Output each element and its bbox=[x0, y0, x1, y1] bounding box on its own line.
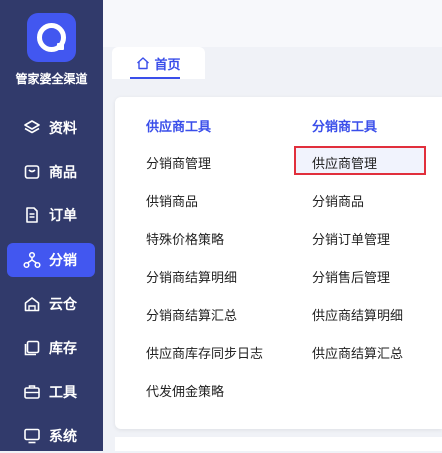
sidebar-item-shangpin[interactable]: 商品 bbox=[7, 155, 95, 189]
menu-item[interactable]: 分销订单管理 bbox=[312, 229, 390, 248]
network-icon bbox=[23, 251, 41, 269]
sidebar-item-dingdan[interactable]: 订单 bbox=[7, 198, 95, 232]
inventory-icon bbox=[23, 339, 41, 357]
sidebar-item-label: 工具 bbox=[49, 385, 77, 401]
sidebar-item-fenxiao[interactable]: 分销 bbox=[7, 243, 95, 277]
sidebar-item-label: 分销 bbox=[49, 253, 77, 269]
top-header bbox=[103, 0, 442, 47]
menu-item-highlighted[interactable]: 供应商管理 bbox=[312, 153, 377, 172]
menu-item[interactable]: 供应商结算明细 bbox=[312, 305, 403, 324]
tab-label: 首页 bbox=[154, 57, 181, 73]
sidebar-item-yuncang[interactable]: 云仓 bbox=[7, 287, 95, 321]
sidebar-item-label: 系统 bbox=[49, 429, 77, 445]
logo-icon bbox=[37, 23, 66, 52]
menu-item[interactable]: 特殊价格策略 bbox=[146, 229, 224, 248]
next-panel-edge bbox=[115, 437, 442, 451]
menu-item[interactable]: 分销商结算汇总 bbox=[146, 305, 237, 324]
monitor-icon bbox=[23, 427, 41, 445]
menu-item[interactable]: 供应商库存同步日志 bbox=[146, 343, 263, 362]
layers-icon bbox=[23, 119, 41, 137]
sidebar-item-label: 库存 bbox=[49, 341, 77, 357]
active-tab-indicator bbox=[130, 77, 180, 79]
home-icon bbox=[136, 56, 150, 70]
column-title-supplier-tools: 供应商工具 bbox=[146, 120, 212, 135]
menu-item[interactable]: 分销商管理 bbox=[146, 153, 211, 172]
tab-home[interactable]: 首页 bbox=[112, 47, 205, 79]
sidebar-item-label: 云仓 bbox=[49, 297, 77, 313]
cloud-warehouse-icon bbox=[23, 295, 41, 313]
menu-item[interactable]: 分销售后管理 bbox=[312, 267, 390, 286]
sidebar-item-label: 商品 bbox=[49, 165, 77, 181]
sidebar-item-ziliao[interactable]: 资料 bbox=[7, 111, 95, 145]
toolbox-icon bbox=[23, 383, 41, 401]
sidebar: 管家婆全渠道 资料 商品 订单 分销 云仓 库存 工具 系统 bbox=[0, 0, 103, 451]
menu-item[interactable]: 供应商结算汇总 bbox=[312, 343, 403, 362]
menu-item[interactable]: 供销商品 bbox=[146, 191, 198, 210]
brand-name: 管家婆全渠道 bbox=[15, 72, 88, 86]
app-logo[interactable] bbox=[27, 13, 76, 62]
menu-item[interactable]: 代发佣金策略 bbox=[146, 381, 224, 400]
document-icon bbox=[23, 206, 41, 224]
menu-item[interactable]: 分销商结算明细 bbox=[146, 267, 237, 286]
sidebar-item-label: 订单 bbox=[49, 208, 77, 224]
menu-item[interactable]: 分销商品 bbox=[312, 191, 364, 210]
column-title-distributor-tools: 分销商工具 bbox=[312, 120, 378, 135]
box-icon bbox=[23, 163, 41, 181]
sidebar-item-gongju[interactable]: 工具 bbox=[7, 375, 95, 409]
sidebar-item-kucun[interactable]: 库存 bbox=[7, 331, 95, 365]
sidebar-item-label: 资料 bbox=[49, 121, 77, 137]
sidebar-item-xitong[interactable]: 系统 bbox=[7, 419, 95, 453]
